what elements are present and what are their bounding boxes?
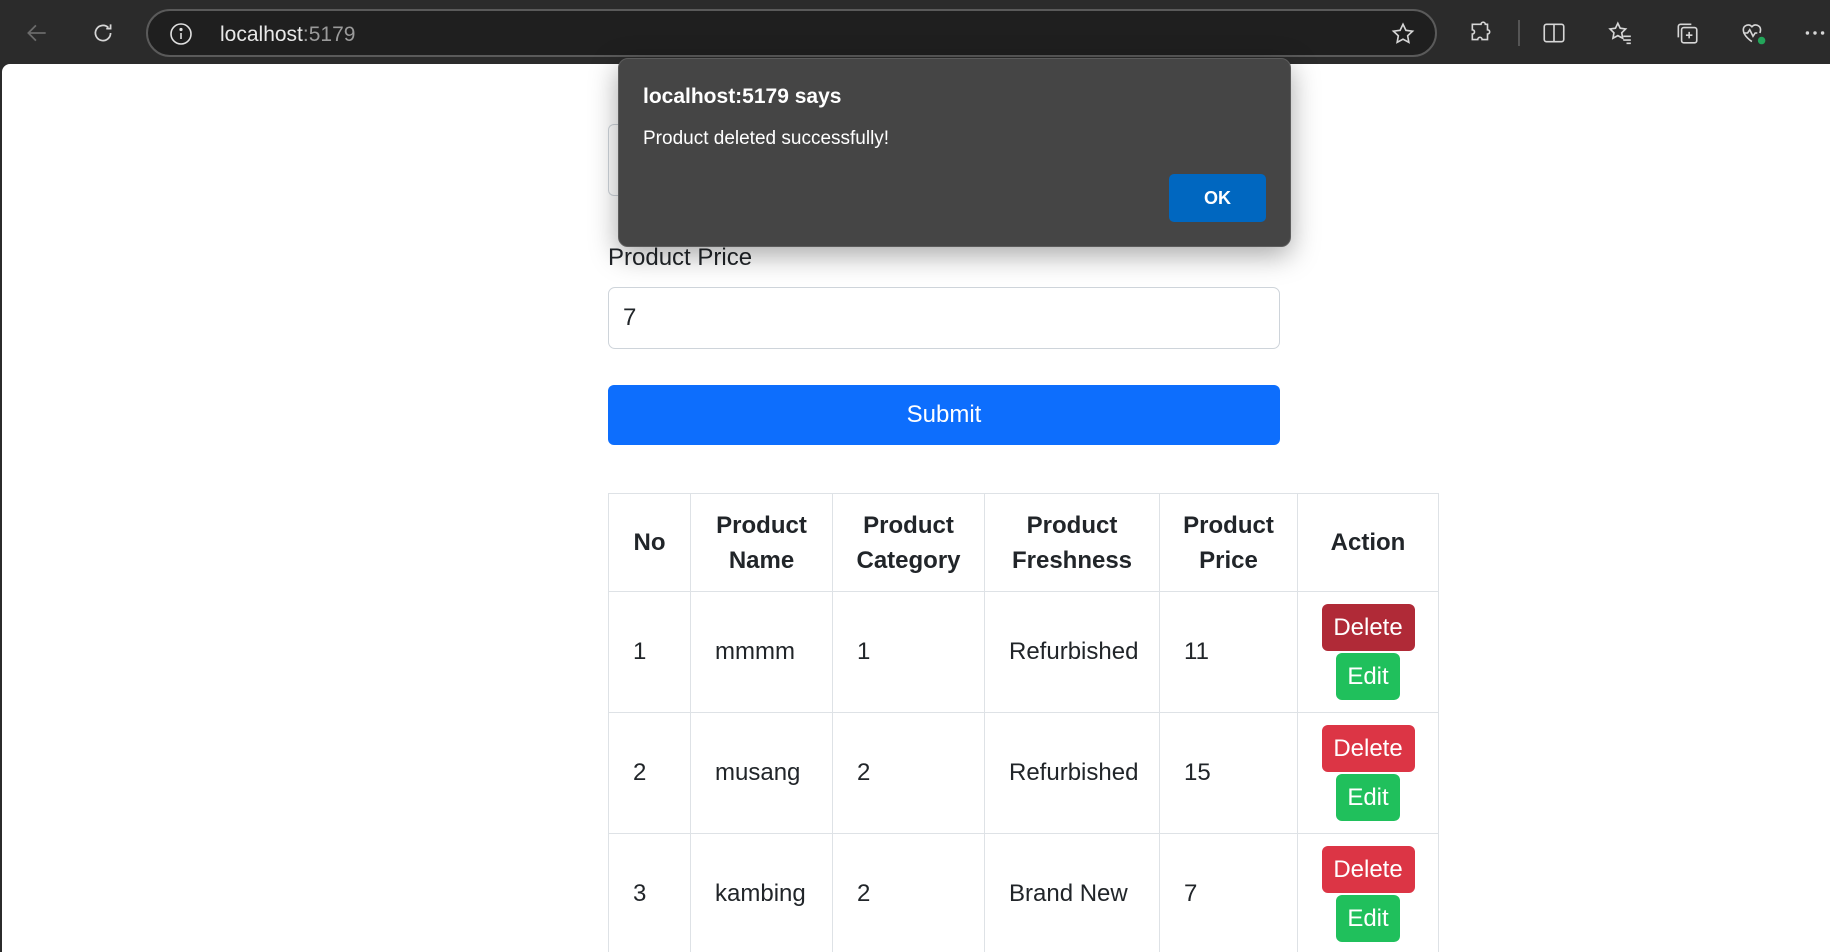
url-text[interactable]: localhost:5179 <box>220 23 355 47</box>
collections-icon[interactable] <box>1668 14 1706 52</box>
product-price-label: Product Price <box>608 244 753 271</box>
browser-toolbar: localhost:5179 <box>0 0 1830 64</box>
toolbar-divider <box>1518 20 1520 46</box>
more-icon[interactable] <box>1796 14 1830 52</box>
dialog-message: Product deleted successfully! <box>643 128 890 149</box>
header-text: Freshness <box>1011 546 1133 574</box>
favorites-icon[interactable] <box>1601 14 1639 52</box>
edit-button[interactable]: Edit <box>1336 895 1400 942</box>
delete-button[interactable]: Delete <box>1321 604 1415 651</box>
header-text: Name <box>728 546 795 574</box>
cell-no: 2 <box>608 712 691 834</box>
cell-action: Delete Edit <box>1297 833 1439 952</box>
browser-essentials-icon[interactable] <box>1734 14 1772 52</box>
back-icon[interactable] <box>18 14 56 52</box>
product-price-input[interactable] <box>608 287 1280 349</box>
header-product-freshness: Product Freshness <box>984 493 1160 592</box>
cell-no: 1 <box>608 591 691 713</box>
header-text: No <box>633 529 666 556</box>
cell-freshness: Brand New <box>984 833 1160 952</box>
table-header-row: No Product Name Product Category Product Fr… <box>608 493 1439 592</box>
header-no: No <box>608 493 691 592</box>
dialog-title: localhost:5179 says <box>643 85 842 108</box>
header-product-name: Product Name <box>690 493 833 592</box>
header-text: Category <box>856 546 961 574</box>
ok-button[interactable]: OK <box>1169 174 1266 222</box>
cell-name: mmmm <box>690 591 833 713</box>
edit-button[interactable]: Edit <box>1336 774 1400 821</box>
refresh-icon[interactable] <box>84 14 122 52</box>
cell-freshness: Refurbished <box>984 591 1160 713</box>
url-host: localhost <box>220 23 303 46</box>
delete-button[interactable]: Delete <box>1321 846 1415 893</box>
cell-freshness: Refurbished <box>984 712 1160 834</box>
table-row: 1 mmmm 1 Refurbished 11 Delete Edit <box>608 591 1439 713</box>
alert-dialog: localhost:5179 says Product deleted succ… <box>618 58 1291 247</box>
favorite-star-icon[interactable] <box>1389 20 1417 48</box>
products-table: No Product Name Product Category Product Fr… <box>608 493 1439 952</box>
header-action: Action <box>1297 493 1439 592</box>
cell-price: 7 <box>1159 833 1298 952</box>
table-row: 2 musang 2 Refurbished 15 Delete Edit <box>608 712 1439 834</box>
table-row: 3 kambing 2 Brand New 7 Delete Edit <box>608 833 1439 952</box>
info-icon[interactable] <box>168 21 194 47</box>
header-text: Product <box>716 511 807 539</box>
cell-action: Delete Edit <box>1297 712 1439 834</box>
header-product-category: Product Category <box>832 493 985 592</box>
submit-button[interactable]: Submit <box>608 385 1280 445</box>
url-port: :5179 <box>302 23 356 46</box>
edit-button[interactable]: Edit <box>1336 653 1400 700</box>
address-bar[interactable]: localhost:5179 <box>146 9 1437 57</box>
cell-price: 11 <box>1159 591 1298 713</box>
header-text: Product <box>863 511 954 539</box>
cell-category: 2 <box>832 712 985 834</box>
cell-name: kambing <box>690 833 833 952</box>
cell-category: 1 <box>832 591 985 713</box>
header-text: Product <box>1026 511 1118 539</box>
cell-price: 15 <box>1159 712 1298 834</box>
cell-no: 3 <box>608 833 691 952</box>
delete-button[interactable]: Delete <box>1321 725 1415 772</box>
header-product-price: Product Price <box>1159 493 1298 592</box>
cell-name: musang <box>690 712 833 834</box>
header-text: Action <box>1330 529 1406 556</box>
header-text: Price <box>1199 546 1258 574</box>
split-screen-icon[interactable] <box>1535 14 1573 52</box>
extensions-icon[interactable] <box>1462 14 1500 52</box>
cell-action: Delete Edit <box>1297 591 1439 713</box>
header-text: Product <box>1183 511 1274 539</box>
cell-category: 2 <box>832 833 985 952</box>
